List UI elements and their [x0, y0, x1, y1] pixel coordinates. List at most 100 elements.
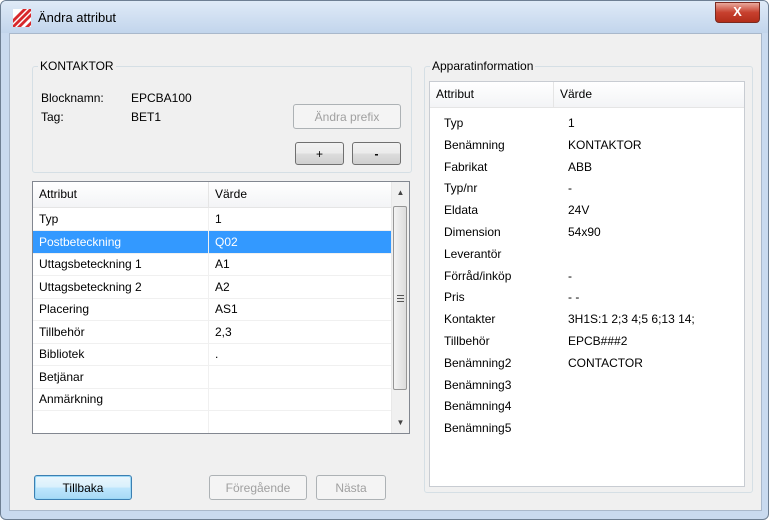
attribute-cell: Fabrikat: [444, 159, 488, 174]
window-title: Ändra attribut: [38, 10, 117, 25]
list-item[interactable]: Eldata 24V: [430, 199, 744, 221]
column-header-varde[interactable]: Värde: [554, 82, 744, 107]
tag-value: BET1: [131, 110, 162, 124]
attribute-cell: Benämning3: [444, 377, 512, 392]
attribute-cell: Betjänar: [33, 365, 209, 388]
list-item[interactable]: Benämning3: [430, 374, 744, 396]
next-button[interactable]: Nästa: [316, 475, 386, 500]
apparat-table-header: Attribut Värde: [430, 82, 744, 108]
value-cell: 1: [568, 116, 575, 130]
list-item[interactable]: Pris - -: [430, 286, 744, 308]
dialog-window: Ändra attribut X KONTAKTOR Blocknamn: EP…: [0, 0, 769, 520]
value-cell: [568, 243, 744, 265]
value-cell[interactable]: 1: [209, 208, 391, 230]
list-item[interactable]: Typ/nr -: [430, 177, 744, 199]
value-cell[interactable]: A1: [209, 253, 391, 275]
value-cell: -: [568, 181, 572, 196]
scrollbar-grip: [397, 298, 404, 299]
list-item[interactable]: Typ 1: [430, 112, 744, 134]
table-row[interactable]: Uttagsbeteckning 2 A2: [33, 275, 391, 299]
scrollbar-thumb[interactable]: [393, 206, 407, 390]
scrollbar-grip: [397, 301, 404, 302]
value-cell: ABB: [568, 159, 593, 174]
list-item[interactable]: Tillbehör EPCB###2: [430, 330, 744, 352]
change-prefix-button[interactable]: Ändra prefix: [293, 104, 401, 129]
value-cell[interactable]: [209, 366, 391, 388]
attribute-table-scrollbar[interactable]: ▲ ▼: [391, 182, 409, 433]
list-item[interactable]: Leverantör: [430, 243, 744, 265]
attribute-cell: Benämning2: [444, 355, 512, 370]
attribute-cell: [33, 410, 209, 433]
value-cell[interactable]: AS1: [209, 298, 391, 320]
value-cell[interactable]: A2: [209, 276, 391, 298]
apparat-table[interactable]: Attribut Värde Typ 1 Benämning KONTAKTOR Fab…: [429, 81, 745, 487]
attribute-cell: Benämning: [444, 137, 505, 152]
attribute-table-header: Attribut Värde: [33, 182, 391, 208]
value-cell[interactable]: .: [209, 343, 391, 365]
attribute-cell: Uttagsbeteckning 2: [33, 275, 209, 298]
value-cell: 54x90: [568, 225, 601, 239]
table-row[interactable]: Placering AS1: [33, 298, 391, 321]
list-item[interactable]: Benämning4: [430, 395, 744, 417]
attribute-table[interactable]: Attribut Värde Typ 1 Postbeteckning Q02 Utta…: [32, 181, 410, 434]
list-item[interactable]: Fabrikat ABB: [430, 156, 744, 178]
remove-button[interactable]: -: [352, 142, 401, 165]
list-item[interactable]: Benämning2 CONTACTOR: [430, 352, 744, 374]
app-red-diagonal-icon: [13, 9, 31, 27]
attribute-cell: Anmärkning: [33, 388, 209, 410]
table-row[interactable]: Bibliotek.: [33, 343, 391, 366]
value-cell: CONTACTOR: [568, 355, 643, 370]
table-row[interactable]: Anmärkning: [33, 388, 391, 411]
column-header-attribut[interactable]: Attribut: [33, 182, 209, 207]
back-button[interactable]: Tillbaka: [34, 475, 132, 500]
device-group-legend: KONTAKTOR: [40, 59, 114, 73]
value-cell: [568, 374, 744, 396]
value-cell[interactable]: Q02: [209, 231, 391, 253]
column-header-varde[interactable]: Värde: [209, 182, 391, 207]
table-row[interactable]: Postbeteckning Q02: [33, 230, 391, 254]
add-button[interactable]: +: [295, 142, 344, 165]
column-header-attribut[interactable]: Attribut: [430, 82, 554, 107]
value-cell: 3H1S:1 2;3 4;5 6;13 14;: [568, 312, 695, 327]
table-row[interactable]: Typ 1: [33, 208, 391, 231]
attribute-cell: Pris: [444, 290, 465, 305]
table-row[interactable]: Uttagsbeteckning 1 A1: [33, 253, 391, 276]
list-item[interactable]: Benämning5: [430, 417, 744, 439]
value-cell[interactable]: [209, 411, 391, 433]
tag-label: Tag:: [41, 110, 64, 124]
attribute-cell: Kontakter: [444, 312, 496, 327]
close-button[interactable]: X: [715, 2, 760, 23]
attribute-cell: Bibliotek: [33, 343, 209, 365]
dialog-client: KONTAKTOR Blocknamn: EPCBA100 Tag: BET1 …: [9, 33, 762, 511]
table-row[interactable]: [33, 410, 391, 433]
previous-button[interactable]: Föregående: [209, 475, 307, 500]
table-row[interactable]: Betjänar: [33, 365, 391, 389]
value-cell: - -: [568, 290, 580, 305]
table-row[interactable]: Tillbehör 2,3: [33, 320, 391, 344]
attribute-cell: Uttagsbeteckning 1: [33, 253, 209, 275]
attribute-cell: Benämning4: [444, 399, 512, 414]
list-item[interactable]: Kontakter 3H1S:1 2;3 4;5 6;13 14;: [430, 308, 744, 330]
attribute-cell: Tillbehör: [444, 334, 490, 348]
blockname-value: EPCBA100: [131, 91, 192, 105]
value-cell[interactable]: 2,3: [209, 321, 391, 343]
title-bar[interactable]: Ändra attribut X: [1, 1, 768, 33]
scroll-up-arrow-icon[interactable]: ▲: [392, 184, 409, 201]
attribute-cell: Typ/nr: [444, 181, 478, 196]
attribute-cell: Typ: [444, 116, 464, 130]
attribute-cell: Förråd/inköp: [444, 268, 512, 283]
scroll-down-arrow-icon[interactable]: ▼: [392, 414, 409, 431]
value-cell: [568, 395, 744, 417]
value-cell[interactable]: [209, 388, 391, 410]
attribute-cell: Typ: [33, 208, 209, 230]
list-item[interactable]: Benämning KONTAKTOR: [430, 134, 744, 156]
list-item[interactable]: Förråd/inköp -: [430, 265, 744, 287]
attribute-cell: Postbeteckning: [33, 230, 209, 253]
apparat-group-legend: Apparatinformation: [432, 59, 534, 73]
value-cell: [568, 417, 744, 439]
blockname-label: Blocknamn:: [41, 91, 104, 105]
attribute-cell: Eldata: [444, 203, 479, 218]
list-item[interactable]: Dimension 54x90: [430, 221, 744, 243]
attribute-cell: Tillbehör: [33, 320, 209, 343]
scrollbar-grip: [397, 295, 404, 296]
